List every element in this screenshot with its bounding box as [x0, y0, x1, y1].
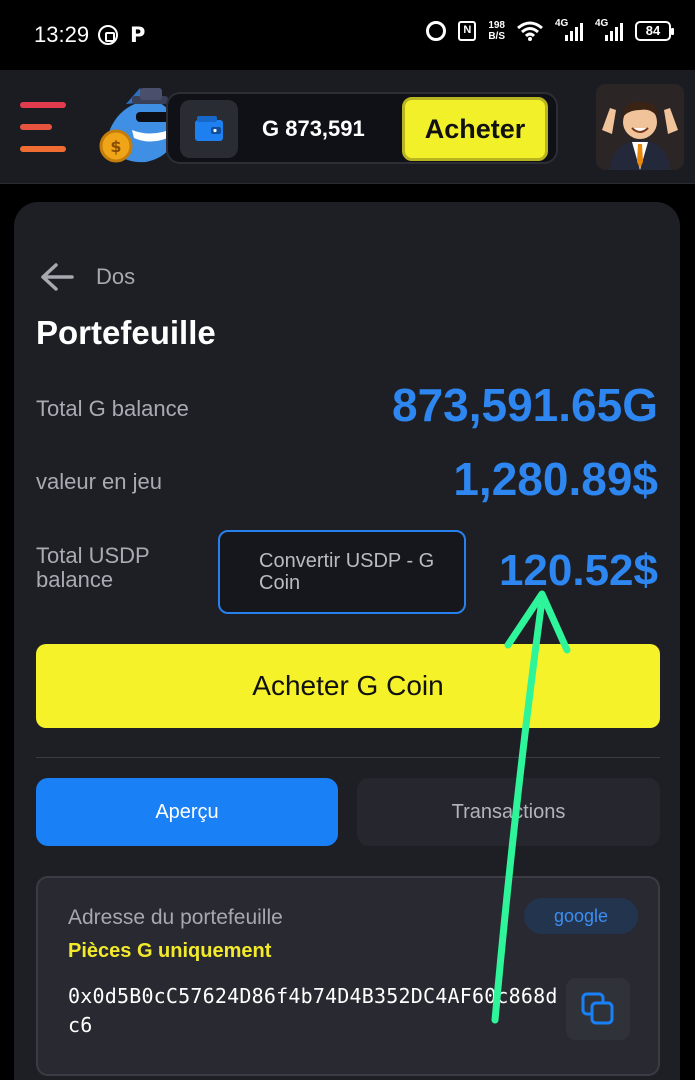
back-button[interactable]: Dos	[40, 262, 135, 292]
header-balance: G 873,591	[262, 116, 365, 141]
network-speed: 198 B/S	[488, 20, 505, 42]
tab-transactions[interactable]: Transactions	[357, 778, 660, 846]
g-coins-only-note: Pièces G uniquement	[68, 940, 272, 962]
user-avatar[interactable]	[596, 84, 684, 170]
nfc-icon: N	[458, 21, 477, 41]
total-g-balance-label: Total G balance	[36, 396, 189, 421]
tab-overview[interactable]: Aperçu	[36, 778, 338, 846]
wallet-card: Dos Portefeuille Total G balance 873,591…	[14, 202, 680, 1080]
wallet-icon[interactable]	[180, 100, 238, 158]
wallet-address: 0x0d5B0cC57624D86f4b74D4B352DC4AF60c868d…	[68, 984, 558, 1037]
wallet-address-label: Adresse du portefeuille	[68, 906, 283, 929]
status-right-icons: N 198 B/S 4G 4G 84	[426, 18, 674, 42]
svg-text:$: $	[110, 137, 121, 156]
wallet-address-card: Adresse du portefeuille google Pièces G …	[36, 876, 660, 1076]
signal-icon-1: 4G	[555, 18, 583, 41]
copy-address-button[interactable]	[566, 978, 630, 1040]
copy-icon	[581, 992, 614, 1025]
back-label: Dos	[96, 264, 136, 289]
page-title: Portefeuille	[36, 314, 216, 351]
total-g-balance-value: 873,591.65G	[391, 379, 658, 431]
wifi-icon	[517, 21, 543, 41]
network-badge: google	[524, 898, 638, 934]
total-usdp-balance-label: Total USDP balance	[36, 543, 150, 592]
header-wallet: G 873,591 Acheter	[166, 92, 558, 164]
status-app-icons: P	[98, 23, 145, 47]
p-icon: P	[130, 23, 146, 47]
status-time: 13:29	[34, 22, 90, 47]
buy-g-coin-button[interactable]: Acheter G Coin	[36, 644, 660, 728]
alarm-icon	[426, 21, 447, 41]
app-header: $ G 873,591 Acheter	[0, 70, 695, 184]
in-game-value: 1,280.89$	[453, 453, 658, 505]
status-bar: 13:29 P N 198 B/S 4G 4G 84	[0, 0, 695, 70]
menu-icon[interactable]	[20, 102, 66, 152]
divider	[36, 757, 660, 758]
battery-icon: 84	[635, 21, 674, 41]
convert-usdp-button[interactable]: Convertir USDP - G Coin	[218, 530, 466, 614]
header-buy-button[interactable]: Acheter	[402, 97, 548, 161]
signal-icon-2: 4G	[595, 18, 623, 41]
arrow-left-icon	[41, 263, 74, 291]
total-usdp-balance-value: 120.52$	[498, 546, 658, 595]
in-game-value-label: valeur en jeu	[36, 469, 162, 494]
whatsapp-icon	[98, 25, 118, 45]
